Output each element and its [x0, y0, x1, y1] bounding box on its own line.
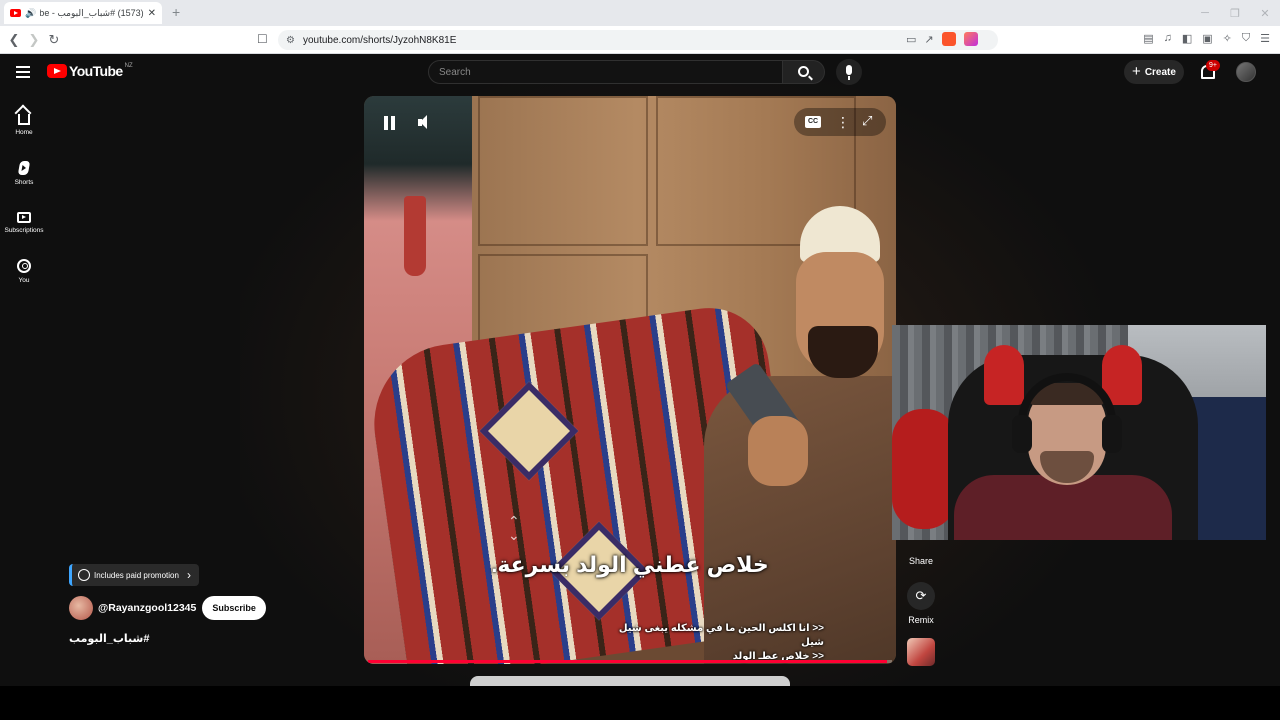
url-text: youtube.com/shorts/JyzohN8K81E: [302, 34, 457, 46]
sidebar-item-you[interactable]: You: [0, 247, 48, 296]
youtube-play-icon: [47, 64, 67, 78]
sidebar-item-home[interactable]: Home: [0, 100, 48, 149]
youtube-favicon-icon: [10, 9, 21, 17]
video-progress-fill: [368, 660, 887, 663]
account-avatar[interactable]: [1236, 62, 1256, 82]
new-tab-button[interactable]: +: [172, 4, 180, 20]
brave-rewards-icon[interactable]: [963, 32, 978, 46]
window-controls: ─ ❐ ✕: [1190, 0, 1280, 26]
streamer-webcam-overlay: [892, 325, 1266, 540]
browser-tab-bar: 🔊 (1573) #شباب_البومب - YouTube ✕ + ─ ❐ …: [0, 0, 1280, 26]
subscribe-button[interactable]: Subscribe: [202, 596, 266, 620]
search-input[interactable]: Search: [428, 60, 783, 84]
sidebar-panel-icon[interactable]: ▤: [1143, 32, 1153, 45]
country-code: NZ: [124, 63, 133, 69]
video-progress-bar[interactable]: [368, 660, 892, 663]
chevron-right-icon: ›: [186, 568, 191, 582]
navigation-chevrons-icon[interactable]: ⌃ ⌄: [508, 514, 520, 542]
fullscreen-icon[interactable]: ⤢: [862, 113, 872, 129]
browser-toolbar: ❮ ❯ ↻ ☐ ⚙ youtube.com/shorts/JyzohN8K81E…: [0, 26, 1280, 54]
tab-audio-icon[interactable]: 🔊: [25, 8, 36, 19]
subscriptions-icon: [17, 211, 31, 223]
bookmark-icon[interactable]: ☐: [257, 32, 268, 46]
create-button[interactable]: + Create: [1124, 60, 1184, 84]
site-info-icon[interactable]: ⚙: [286, 35, 295, 46]
burned-in-subtitle: خلاص عطني الولد بسرعة.: [491, 552, 769, 577]
pause-icon[interactable]: [384, 116, 396, 130]
create-label: Create: [1144, 66, 1176, 78]
sidebar-item-shorts[interactable]: Shorts: [0, 149, 48, 198]
share-label: Share: [908, 556, 934, 566]
wallet-icon[interactable]: ▣: [1202, 32, 1212, 45]
more-options-icon[interactable]: ⋮: [836, 113, 850, 131]
channel-avatar[interactable]: [69, 596, 93, 620]
vpn-icon[interactable]: ⛉: [1242, 32, 1250, 45]
bottom-black-bar: [0, 686, 1280, 720]
channel-row: @Rayanzgool12345 Subscribe: [69, 596, 266, 620]
browser-extensions: ▤ ♫ ◧ ▣ ✧ ⛉ ☰: [1143, 32, 1270, 45]
sidebar-item-label: You: [18, 277, 30, 284]
logo-wordmark: YouTube: [69, 63, 123, 79]
video-man-on-phone: [704, 206, 896, 664]
you-icon: [17, 259, 31, 273]
next-short-preview[interactable]: [470, 676, 790, 686]
youtube-logo[interactable]: YouTube NZ: [47, 63, 133, 79]
remix-icon: ⟳: [907, 582, 935, 610]
split-view-icon[interactable]: ◧: [1182, 32, 1192, 45]
home-icon: [18, 113, 30, 125]
brave-shields-icon[interactable]: [941, 32, 956, 46]
back-arrow-icon[interactable]: ❮: [4, 32, 24, 48]
sidebar-item-subscriptions[interactable]: Subscriptions: [0, 198, 48, 247]
paid-promotion-chip[interactable]: Includes paid promotion ›: [69, 564, 199, 586]
share-page-icon[interactable]: ↗: [924, 33, 933, 46]
remix-button[interactable]: ⟳ Remix: [902, 582, 940, 625]
volume-icon[interactable]: [418, 115, 432, 131]
voice-search-mic-icon[interactable]: [836, 59, 862, 85]
masthead: YouTube NZ Search + Create 9+: [0, 54, 1280, 90]
browser-menu-icon[interactable]: ☰: [1260, 32, 1270, 45]
address-bar[interactable]: ⚙ youtube.com/shorts/JyzohN8K81E: [278, 30, 998, 50]
forward-arrow-icon[interactable]: ❯: [24, 32, 44, 48]
sidebar-item-label: Home: [15, 128, 33, 136]
tab-close-icon[interactable]: ✕: [148, 8, 156, 19]
search-button[interactable]: [783, 60, 825, 84]
cast-icon[interactable]: ▭: [906, 33, 916, 46]
caption-line: << انا اكلس الحين ما في مشكله يبغى شيل ش…: [618, 623, 824, 648]
hamburger-menu-icon[interactable]: [16, 66, 30, 81]
short-title-hashtag[interactable]: #شباب_البومب: [69, 632, 149, 645]
captions-cc-icon[interactable]: CC: [805, 116, 821, 128]
browser-tab-youtube[interactable]: 🔊 (1573) #شباب_البومب - YouTube ✕: [4, 2, 162, 24]
remix-label: Remix: [908, 615, 934, 625]
tab-title: (1573) #شباب_البومب - YouTube: [40, 7, 144, 18]
channel-name[interactable]: @Rayanzgool12345: [98, 602, 196, 614]
sound-thumbnail[interactable]: [907, 638, 935, 666]
maximize-icon[interactable]: ❐: [1220, 7, 1250, 20]
address-bar-actions: ▭ ↗: [906, 32, 978, 46]
shorts-video-player[interactable]: CC ⋮ ⤢ ⌃ ⌄ خلاص عطني الولد بسرعة. << انا …: [364, 96, 896, 664]
search-icon: [798, 66, 809, 77]
mini-guide-sidebar: Home Shorts Subscriptions You: [0, 100, 48, 296]
reload-icon[interactable]: ↻: [44, 32, 64, 48]
shorts-icon: [17, 161, 31, 175]
paid-promotion-icon: [78, 569, 90, 581]
media-icon[interactable]: ♫: [1164, 32, 1172, 45]
video-tassel: [404, 196, 426, 276]
player-top-controls: CC ⋮ ⤢: [794, 108, 886, 136]
notification-badge: 9+: [1206, 60, 1220, 71]
window-close-icon[interactable]: ✕: [1250, 7, 1280, 20]
plus-icon: +: [1132, 62, 1141, 80]
minimize-icon[interactable]: ─: [1190, 7, 1220, 19]
closed-caption-text: << انا اكلس الحين ما في مشكله يبغى شيل ش…: [604, 622, 824, 664]
sidebar-item-label: Subscriptions: [4, 226, 44, 234]
paid-promotion-label: Includes paid promotion: [94, 570, 179, 580]
leo-ai-icon[interactable]: ✧: [1223, 32, 1232, 45]
sidebar-item-label: Shorts: [14, 179, 34, 186]
